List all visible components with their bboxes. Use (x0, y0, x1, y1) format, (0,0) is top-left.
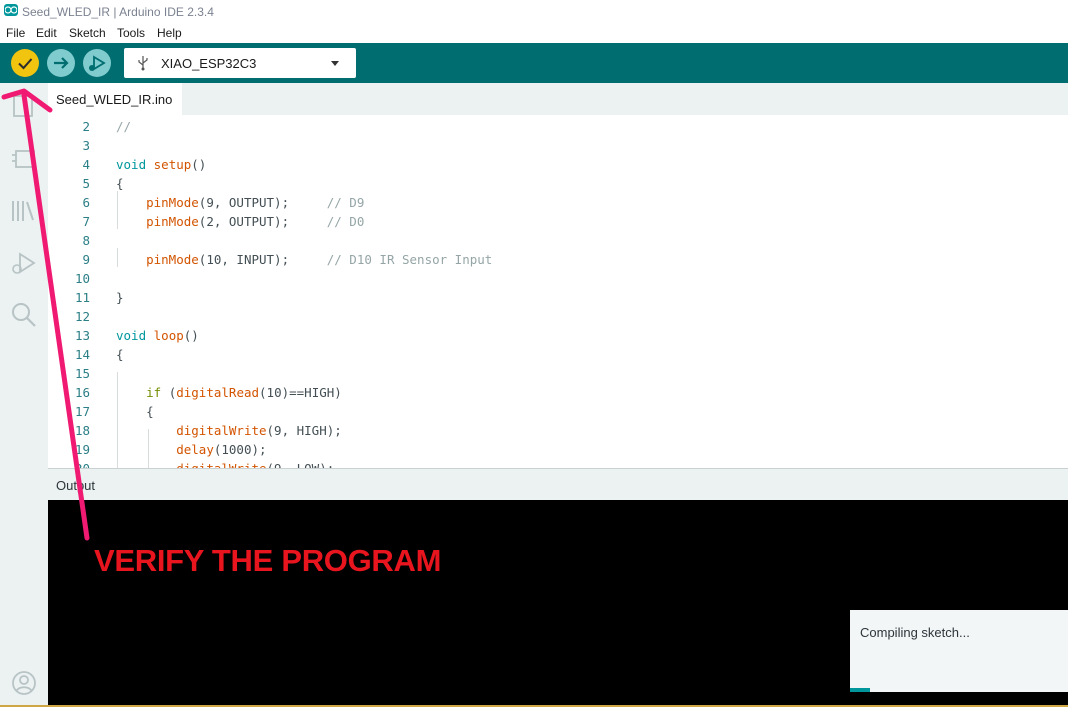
debug-icon (89, 55, 106, 71)
code-text: digitalWrite(9, HIGH); (176, 423, 342, 438)
toolbar: XIAO_ESP32C3 (0, 43, 1068, 83)
code-line: 11} (48, 288, 1068, 307)
compile-notification: Compiling sketch... (850, 610, 1068, 692)
checkmark-icon (18, 58, 33, 70)
code-text: { (116, 404, 154, 419)
arrow-right-icon (54, 57, 69, 69)
board-name: XIAO_ESP32C3 (161, 56, 257, 71)
tab-bar: Seed_WLED_IR.ino (48, 83, 1068, 115)
chevron-down-icon (331, 61, 339, 66)
code-text: // (116, 119, 132, 134)
code-line: 10 (48, 269, 1068, 288)
code-text: void loop() (116, 328, 199, 343)
progress-bar (850, 688, 870, 692)
code-line: 7 pinMode(2, OUTPUT); // D0 (48, 212, 1068, 231)
annotation-arrow (1, 88, 90, 541)
code-line: 5{ (48, 174, 1068, 193)
code-text: void setup() (116, 157, 207, 172)
menu-edit[interactable]: Edit (36, 26, 57, 40)
menu-file[interactable]: File (6, 26, 25, 40)
title-bar: Seed_WLED_IR | Arduino IDE 2.3.4 (0, 0, 1068, 22)
code-text: if (digitalRead(10)==HIGH) (146, 385, 342, 400)
code-text: { (116, 347, 124, 362)
arduino-logo-icon (4, 4, 18, 16)
code-line: 8 (48, 231, 1068, 250)
code-line: 4 void setup() (48, 155, 1068, 174)
code-line: 9 pinMode(10, INPUT); // D10 IR Sensor I… (48, 250, 1068, 269)
code-text: digitalWrite(9, LOW); (116, 459, 334, 468)
code-line: 19 delay(1000); (48, 440, 1068, 459)
usb-icon (138, 56, 148, 71)
code-text: pinMode(9, OUTPUT); // D9 (146, 195, 365, 210)
code-editor[interactable]: 2//3 4 void setup() 5{6 pinMode(9, OUTPUT);… (48, 115, 1068, 468)
code-line: 12 (48, 307, 1068, 326)
code-line: 18 digitalWrite(9, HIGH); (48, 421, 1068, 440)
code-text: pinMode(2, OUTPUT); // D0 (146, 214, 365, 229)
code-line: 14{ (48, 345, 1068, 364)
code-line: 2// (48, 117, 1068, 136)
output-panel-header: Output (48, 468, 1068, 500)
annotation-text: VERIFY THE PROGRAM (94, 543, 442, 578)
code-text: { (116, 176, 124, 191)
board-selector[interactable]: XIAO_ESP32C3 (124, 48, 356, 78)
code-line: 3 (48, 136, 1068, 155)
menu-tools[interactable]: Tools (117, 26, 145, 40)
menu-bar: File Edit Sketch Tools Help (0, 22, 1068, 42)
notification-text: Compiling sketch... (860, 625, 970, 640)
code-text: pinMode(10, INPUT); // D10 IR Sensor Inp… (146, 252, 493, 267)
debug-button[interactable] (83, 49, 111, 77)
window-title: Seed_WLED_IR | Arduino IDE 2.3.4 (22, 5, 214, 19)
menu-sketch[interactable]: Sketch (69, 26, 106, 40)
code-line: 6 pinMode(9, OUTPUT); // D9 (48, 193, 1068, 212)
code-line: 15 (48, 364, 1068, 383)
code-line: 13 void loop() (48, 326, 1068, 345)
code-line: 17 { (48, 402, 1068, 421)
upload-button[interactable] (47, 49, 75, 77)
code-text: delay(1000); (176, 442, 267, 457)
menu-help[interactable]: Help (157, 26, 182, 40)
verify-button[interactable] (11, 49, 39, 77)
code-line: 16 if (digitalRead(10)==HIGH) (48, 383, 1068, 402)
code-text: } (116, 290, 124, 305)
profile-icon[interactable] (10, 669, 38, 697)
code-line: 20 digitalWrite(9, LOW); (48, 459, 1068, 468)
